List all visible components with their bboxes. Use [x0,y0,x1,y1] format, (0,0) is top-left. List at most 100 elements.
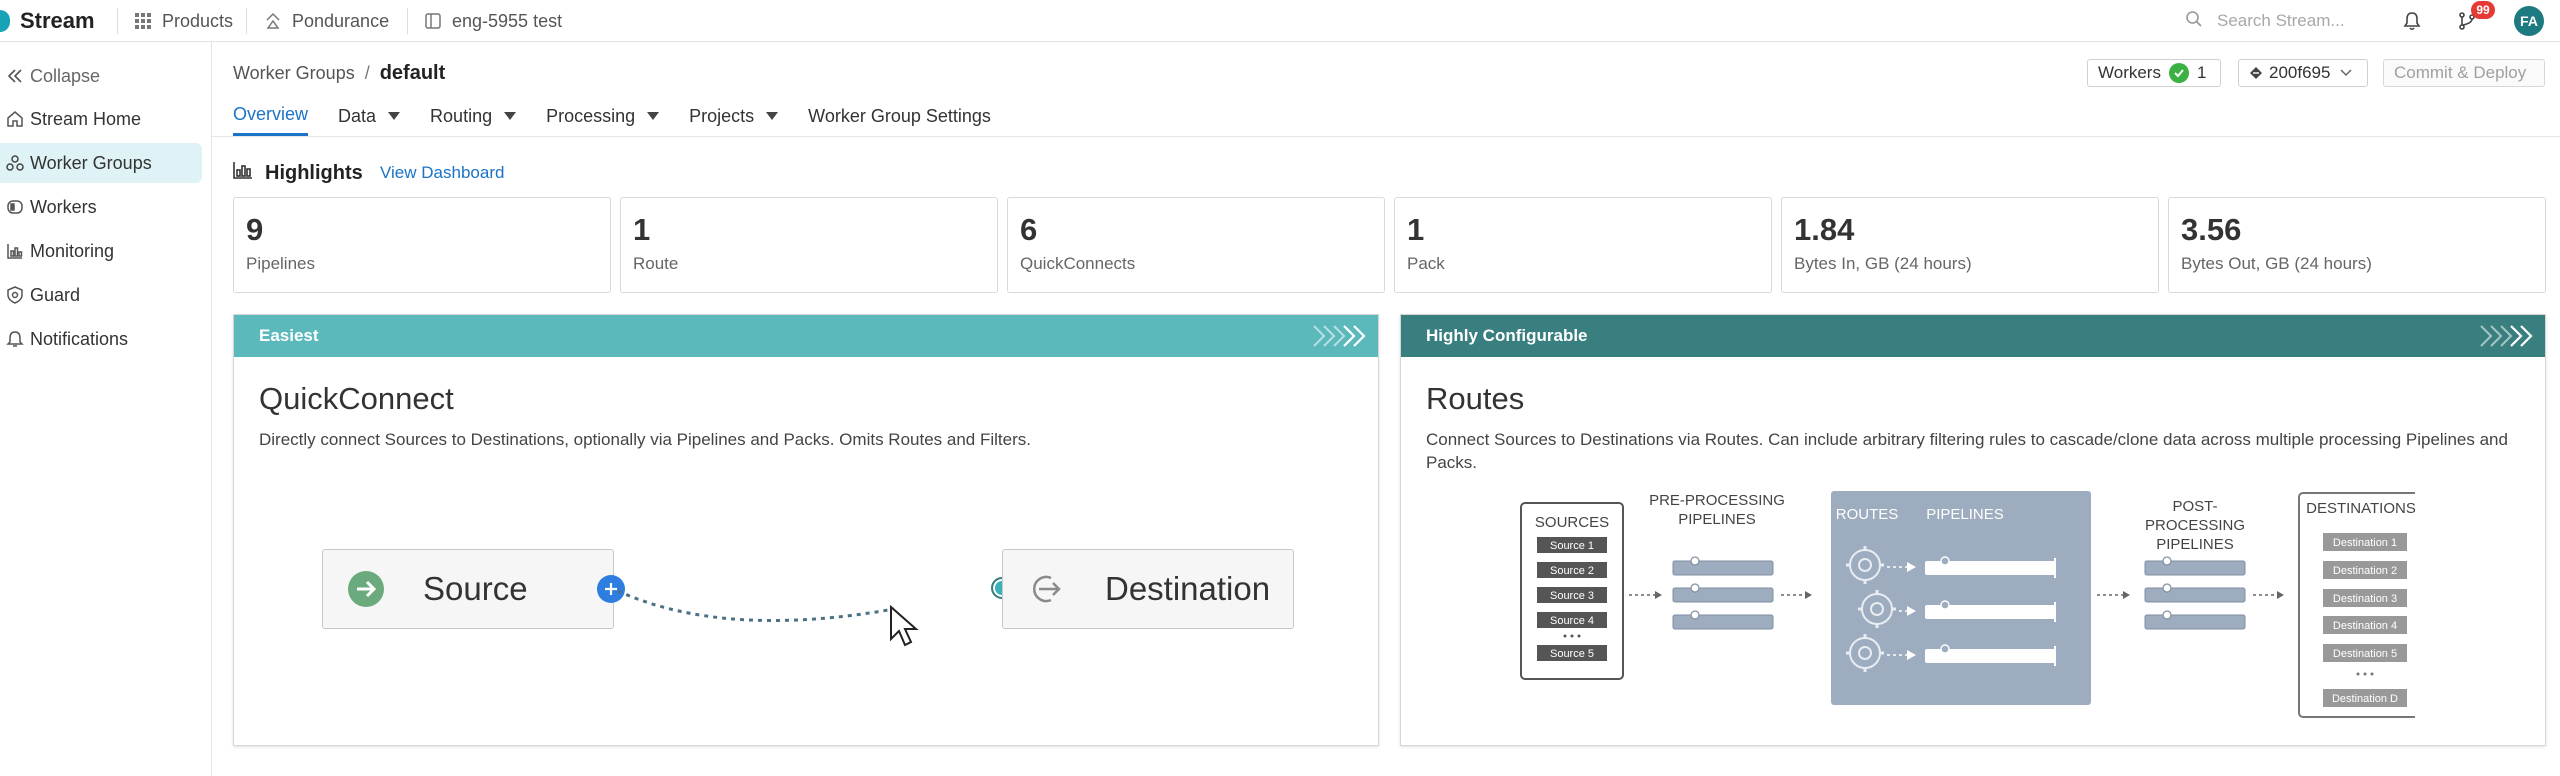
collapse-button[interactable]: Collapse [0,56,202,96]
breadcrumb: Worker Groups / default [233,62,445,85]
avatar[interactable]: FA [2514,6,2544,36]
quickconnect-card[interactable]: Easiest QuickConnect Directly connect So… [233,314,1379,746]
sidebar-item-label: Workers [30,196,97,217]
routes-panel [1831,491,2091,705]
commit-hash: 200f695 [2269,63,2331,82]
tab-label: Processing [546,105,636,126]
divider [246,8,247,34]
sidebar-item-worker-groups[interactable]: Worker Groups [0,143,202,183]
tab-label: Data [338,105,377,126]
check-icon [2168,63,2189,83]
destination-label: Destination [1105,570,1271,607]
stream-logo-icon [0,10,10,32]
shield-icon [4,284,26,306]
highlights-title: Highlights [265,161,363,184]
band-label: Easiest [259,326,319,345]
workers-status-button[interactable]: Workers 1 [2087,59,2221,87]
grid-icon [134,12,152,30]
destination-chip-label: Destination 5 [2333,648,2397,660]
stat-card-bytes-out[interactable]: 3.56 Bytes Out, GB (24 hours) [2168,197,2546,293]
stat-card-bytes-in[interactable]: 1.84 Bytes In, GB (24 hours) [1781,197,2159,293]
home-icon [4,108,26,130]
sidebar-item-label: Monitoring [30,240,115,261]
destination-chip-label: Destination 4 [2333,620,2397,632]
connection-line [617,589,895,622]
commit-deploy-button[interactable]: Commit & Deploy [2383,59,2545,87]
commit-selector[interactable]: 200f695 [2238,59,2368,87]
org-menu[interactable]: Pondurance [264,9,389,33]
tab-label: Overview [233,104,309,124]
tab-label: Projects [689,105,755,126]
workspace-label: eng-5955 test [452,10,563,31]
routes-card[interactable]: Highly Configurable Routes Connect Sourc… [1400,314,2546,746]
tab-projects[interactable]: Projects [689,96,779,136]
chevron-down-icon [2340,69,2352,77]
workspace-menu[interactable]: eng-5955 test [424,9,562,33]
tab-worker-group-settings[interactable]: Worker Group Settings [808,96,991,136]
workers-label: Workers [2098,63,2161,82]
pre-processing-label: PIPELINES [1678,511,1756,528]
products-menu[interactable]: Products [134,9,233,33]
destination-node: Destination [1002,549,1294,629]
band-label: Highly Configurable [1426,326,1588,345]
caret-down-icon [766,112,779,120]
search-icon [2185,10,2203,33]
tabs-divider [212,136,2560,137]
post-processing-label: PROCESSING [2145,517,2245,534]
sidebar-item-label: Stream Home [30,108,142,129]
sidebar-item-guard[interactable]: Guard [0,275,202,315]
card-title: Routes [1426,381,1525,416]
view-dashboard-link[interactable]: View Dashboard [380,163,504,183]
source-chip-label: Source 1 [1550,540,1594,552]
breadcrumb-parent-link[interactable]: Worker Groups [233,63,355,84]
sidebar-item-workers[interactable]: Workers [0,187,202,227]
products-label: Products [162,10,234,31]
stat-label: Bytes In, GB (24 hours) [1794,254,1972,273]
sidebar-item-label: Worker Groups [30,152,152,173]
source-chip-label: Source 4 [1550,615,1594,627]
stat-card-pack[interactable]: 1 Pack [1394,197,1772,293]
stat-value: 1 [633,212,651,247]
tab-processing[interactable]: Processing [546,96,660,136]
notification-count-badge: 99 [2471,1,2495,19]
org-label: Pondurance [292,10,390,31]
stat-value: 9 [246,212,264,247]
tab-bar: Overview Data Routing Processing Project… [233,96,1021,136]
workspace-icon [424,12,442,30]
stat-label: QuickConnects [1020,254,1136,273]
card-description: Connect Sources to Destinations via Rout… [1426,430,2508,472]
workers-icon [4,196,26,218]
sidebar-item-monitoring[interactable]: Monitoring [0,231,202,271]
sidebar-item-label: Guard [30,284,81,305]
mouse-cursor-icon [890,605,919,647]
card-description: Directly connect Sources to Destinations… [259,430,1031,449]
commit-icon [2249,66,2263,80]
tab-data[interactable]: Data [338,96,401,136]
sidebar-item-stream-home[interactable]: Stream Home [0,99,202,139]
sources-title: SOURCES [1535,514,1609,531]
caret-down-icon [647,112,660,120]
sidebar-item-notifications[interactable]: Notifications [0,319,202,359]
worker-groups-icon [4,152,26,174]
stat-card-route[interactable]: 1 Route [620,197,998,293]
tab-label: Worker Group Settings [808,105,991,126]
stat-card-quickconnects[interactable]: 6 QuickConnects [1007,197,1385,293]
stat-card-pipelines[interactable]: 9 Pipelines [233,197,611,293]
brand[interactable]: Stream [0,6,95,36]
search-placeholder: Search Stream... [2217,11,2345,30]
arrow-in-icon [347,570,385,608]
caret-down-icon [504,112,517,120]
tab-overview[interactable]: Overview [233,96,309,136]
bell-icon [4,328,26,350]
destination-chip-label: Destination 1 [2333,537,2397,549]
stat-value: 1.84 [1794,212,1855,247]
destination-chip-label: Destination 2 [2333,565,2397,577]
top-bar: Stream Products Pondurance eng-5955 test… [0,0,2560,42]
bell-icon[interactable] [2400,9,2424,33]
chevrons-right-icon [1313,325,1366,347]
chevrons-right-icon [2480,325,2533,347]
search-input[interactable]: Search Stream... [2185,7,2385,35]
card-band: Easiest [234,315,1378,357]
tab-routing[interactable]: Routing [430,96,517,136]
double-chevron-left-icon [4,65,26,87]
